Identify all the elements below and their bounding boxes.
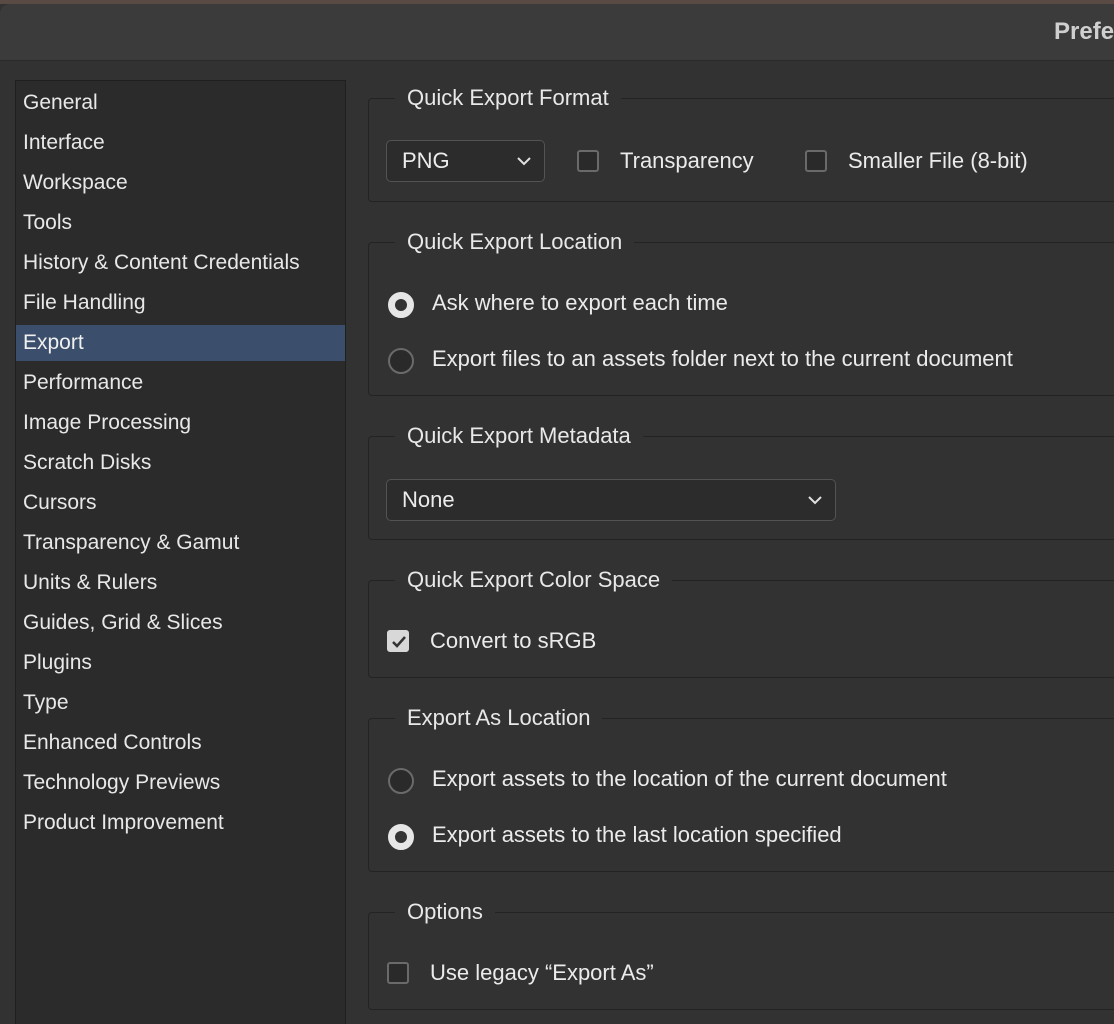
sidebar-item-general[interactable]: General	[16, 85, 345, 121]
smaller-file-label: Smaller File (8-bit)	[848, 148, 1028, 173]
sidebar-item-units-rulers[interactable]: Units & Rulers	[16, 565, 345, 601]
quick-export-color-space-title: Quick Export Color Space	[395, 565, 673, 595]
legacy-export-checkbox[interactable]	[387, 962, 409, 984]
quick-export-location-title: Quick Export Location	[395, 227, 635, 257]
sidebar-item-plugins[interactable]: Plugins	[16, 645, 345, 681]
sidebar-item-workspace[interactable]: Workspace	[16, 165, 345, 201]
sidebar-item-product-improvement[interactable]: Product Improvement	[16, 805, 345, 841]
metadata-dropdown-value: None	[402, 487, 455, 512]
format-dropdown[interactable]: PNG	[386, 140, 545, 182]
title-bar: Prefe	[0, 4, 1114, 61]
sidebar-item-enhanced-controls[interactable]: Enhanced Controls	[16, 725, 345, 761]
preferences-sidebar: General Interface Workspace Tools Histor…	[15, 80, 346, 1024]
sidebar-item-history-content-credentials[interactable]: History & Content Credentials	[16, 245, 345, 281]
legacy-export-label: Use legacy “Export As”	[430, 960, 654, 985]
chevron-down-icon	[808, 496, 822, 505]
sidebar-item-tools[interactable]: Tools	[16, 205, 345, 241]
sidebar-item-cursors[interactable]: Cursors	[16, 485, 345, 521]
sidebar-item-technology-previews[interactable]: Technology Previews	[16, 765, 345, 801]
transparency-label: Transparency	[620, 148, 754, 173]
checkmark-icon	[392, 636, 406, 648]
quick-export-metadata-title: Quick Export Metadata	[395, 421, 643, 451]
transparency-checkbox[interactable]	[577, 150, 599, 172]
sidebar-item-guides-grid-slices[interactable]: Guides, Grid & Slices	[16, 605, 345, 641]
assets-folder-label: Export files to an assets folder next to…	[432, 346, 1013, 371]
convert-srgb-label: Convert to sRGB	[430, 628, 597, 653]
sidebar-item-transparency-gamut[interactable]: Transparency & Gamut	[16, 525, 345, 561]
convert-srgb-checkbox[interactable]	[387, 630, 409, 652]
sidebar-item-type[interactable]: Type	[16, 685, 345, 721]
current-document-location-label: Export assets to the location of the cur…	[432, 766, 947, 791]
last-location-label: Export assets to the last location speci…	[432, 822, 842, 847]
sidebar-item-interface[interactable]: Interface	[16, 125, 345, 161]
last-location-radio[interactable]	[388, 824, 414, 850]
ask-each-time-label: Ask where to export each time	[432, 290, 728, 315]
options-title: Options	[395, 897, 495, 927]
sidebar-item-export[interactable]: Export	[16, 325, 345, 361]
metadata-dropdown[interactable]: None	[386, 479, 836, 521]
chevron-down-icon	[517, 157, 531, 166]
sidebar-item-scratch-disks[interactable]: Scratch Disks	[16, 445, 345, 481]
window-title: Prefe	[1054, 18, 1114, 45]
current-document-location-radio[interactable]	[388, 768, 414, 794]
assets-folder-radio[interactable]	[388, 348, 414, 374]
export-as-location-title: Export As Location	[395, 703, 603, 733]
format-dropdown-value: PNG	[402, 148, 450, 173]
sidebar-item-image-processing[interactable]: Image Processing	[16, 405, 345, 441]
smaller-file-checkbox[interactable]	[805, 150, 827, 172]
quick-export-format-title: Quick Export Format	[395, 83, 621, 113]
ask-each-time-radio[interactable]	[388, 292, 414, 318]
preferences-window: Prefe General Interface Workspace Tools …	[0, 0, 1114, 1024]
sidebar-item-file-handling[interactable]: File Handling	[16, 285, 345, 321]
sidebar-item-performance[interactable]: Performance	[16, 365, 345, 401]
